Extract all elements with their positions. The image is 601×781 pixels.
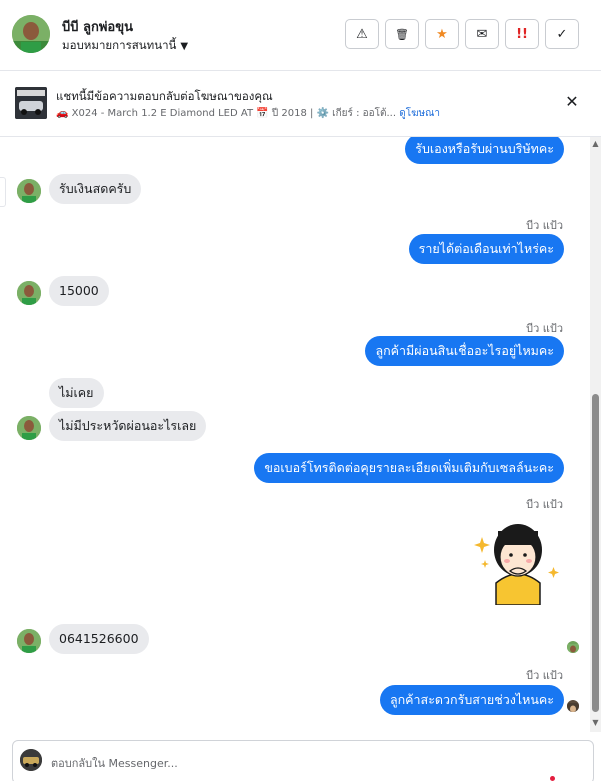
spam-icon: !! <box>516 26 528 42</box>
star-button[interactable]: ★ <box>425 19 459 49</box>
warning-icon: ⚠ <box>356 26 368 42</box>
reply-input[interactable]: ตอบกลับใน Messenger... <box>51 754 178 772</box>
conversation-header: บีบี ลูกพ่อขุน มอบหมายการสนทนานี้ ▼ ⚠ 🗑 ★… <box>0 0 601 71</box>
sender-label: บีว แป้ว <box>526 322 563 335</box>
scroll-down-arrow-icon[interactable]: ▼ <box>590 718 601 728</box>
page-avatar <box>20 749 42 771</box>
mark-unread-button[interactable]: ✉ <box>465 19 499 49</box>
contact-avatar[interactable] <box>12 15 50 53</box>
conversation-actions: ⚠ 🗑 ★ ✉ !! ✓ <box>345 19 579 49</box>
ad-context-bar: แชทนี้มีข้อความตอบกลับต่อโฆษณาของคุณ 🚗 X… <box>0 71 601 137</box>
incoming-message: ไม่มีประหวัดผ่อนอะไรเลย <box>49 411 207 441</box>
scroll-up-arrow-icon[interactable]: ▲ <box>590 139 601 149</box>
assign-conversation-dropdown[interactable]: มอบหมายการสนทนานี้ ▼ <box>62 37 188 55</box>
outgoing-message: ลูกค้าสะดวกรับสายช่วงไหนคะ <box>379 685 564 715</box>
ad-title: แชทนี้มีข้อความตอบกลับต่อโฆษณาของคุณ <box>56 89 273 103</box>
contact-avatar-small <box>17 416 41 440</box>
scrollbar[interactable]: ▲ ▼ <box>590 137 601 732</box>
star-icon: ★ <box>436 26 448 42</box>
sender-label: บีว แป้ว <box>526 669 563 682</box>
incoming-message: ไม่เคย <box>49 378 104 408</box>
view-ad-link[interactable]: ดูโฆษณา <box>399 108 440 119</box>
ad-meta-text: 🚗 X024 - March 1.2 E Diamond LED AT 📅 ปี… <box>56 108 397 119</box>
incoming-message: 0641526600 <box>49 624 149 654</box>
incoming-message: 15000 <box>49 276 109 306</box>
sender-label: บีว แป้ว <box>526 498 563 511</box>
mark-done-button[interactable]: ✓ <box>545 19 579 49</box>
contact-avatar-small <box>17 281 41 305</box>
outgoing-message: รับเองหรือรับผ่านบริษัทคะ <box>405 137 564 164</box>
side-tab[interactable] <box>0 177 6 207</box>
report-button[interactable]: ⚠ <box>345 19 379 49</box>
caret-down-icon: ▼ <box>180 41 189 52</box>
outgoing-message: ลูกค้ามีผ่อนสินเชื่ออะไรอยู่ไหมคะ <box>365 336 564 366</box>
ad-meta: 🚗 X024 - March 1.2 E Diamond LED AT 📅 ปี… <box>56 106 440 121</box>
assign-label: มอบหมายการสนทนานี้ <box>62 38 177 52</box>
contact-avatar-small <box>17 179 41 203</box>
mail-icon: ✉ <box>476 26 488 42</box>
outgoing-message: ขอเบอร์โทรติดต่อคุยรายละเอียดเพิ่มเติมกั… <box>254 453 564 483</box>
delete-button[interactable]: 🗑 <box>385 19 419 49</box>
reply-composer[interactable]: ตอบกลับใน Messenger... <box>12 740 594 781</box>
incoming-message: รับเงินสดครับ <box>49 174 142 204</box>
close-icon[interactable]: ✕ <box>563 93 581 111</box>
seen-indicator-avatar <box>567 700 579 712</box>
outgoing-message: รายได้ต่อเดือนเท่าไหร่คะ <box>408 234 564 264</box>
spam-button[interactable]: !! <box>505 19 539 49</box>
contact-name: บีบี ลูกพ่อขุน <box>62 20 134 35</box>
message-thread[interactable]: รับเองหรือรับผ่านบริษัทคะ รับเงินสดครับ … <box>0 137 590 732</box>
seen-indicator-avatar <box>567 641 579 653</box>
contact-avatar-small <box>17 629 41 653</box>
sender-label: บีว แป้ว <box>526 219 563 232</box>
trash-icon: 🗑 <box>395 27 409 41</box>
notification-dot <box>550 776 555 781</box>
sticker-image <box>470 515 562 606</box>
check-icon: ✓ <box>556 26 568 42</box>
ad-thumbnail[interactable] <box>15 87 47 119</box>
scroll-thumb[interactable] <box>592 394 599 712</box>
